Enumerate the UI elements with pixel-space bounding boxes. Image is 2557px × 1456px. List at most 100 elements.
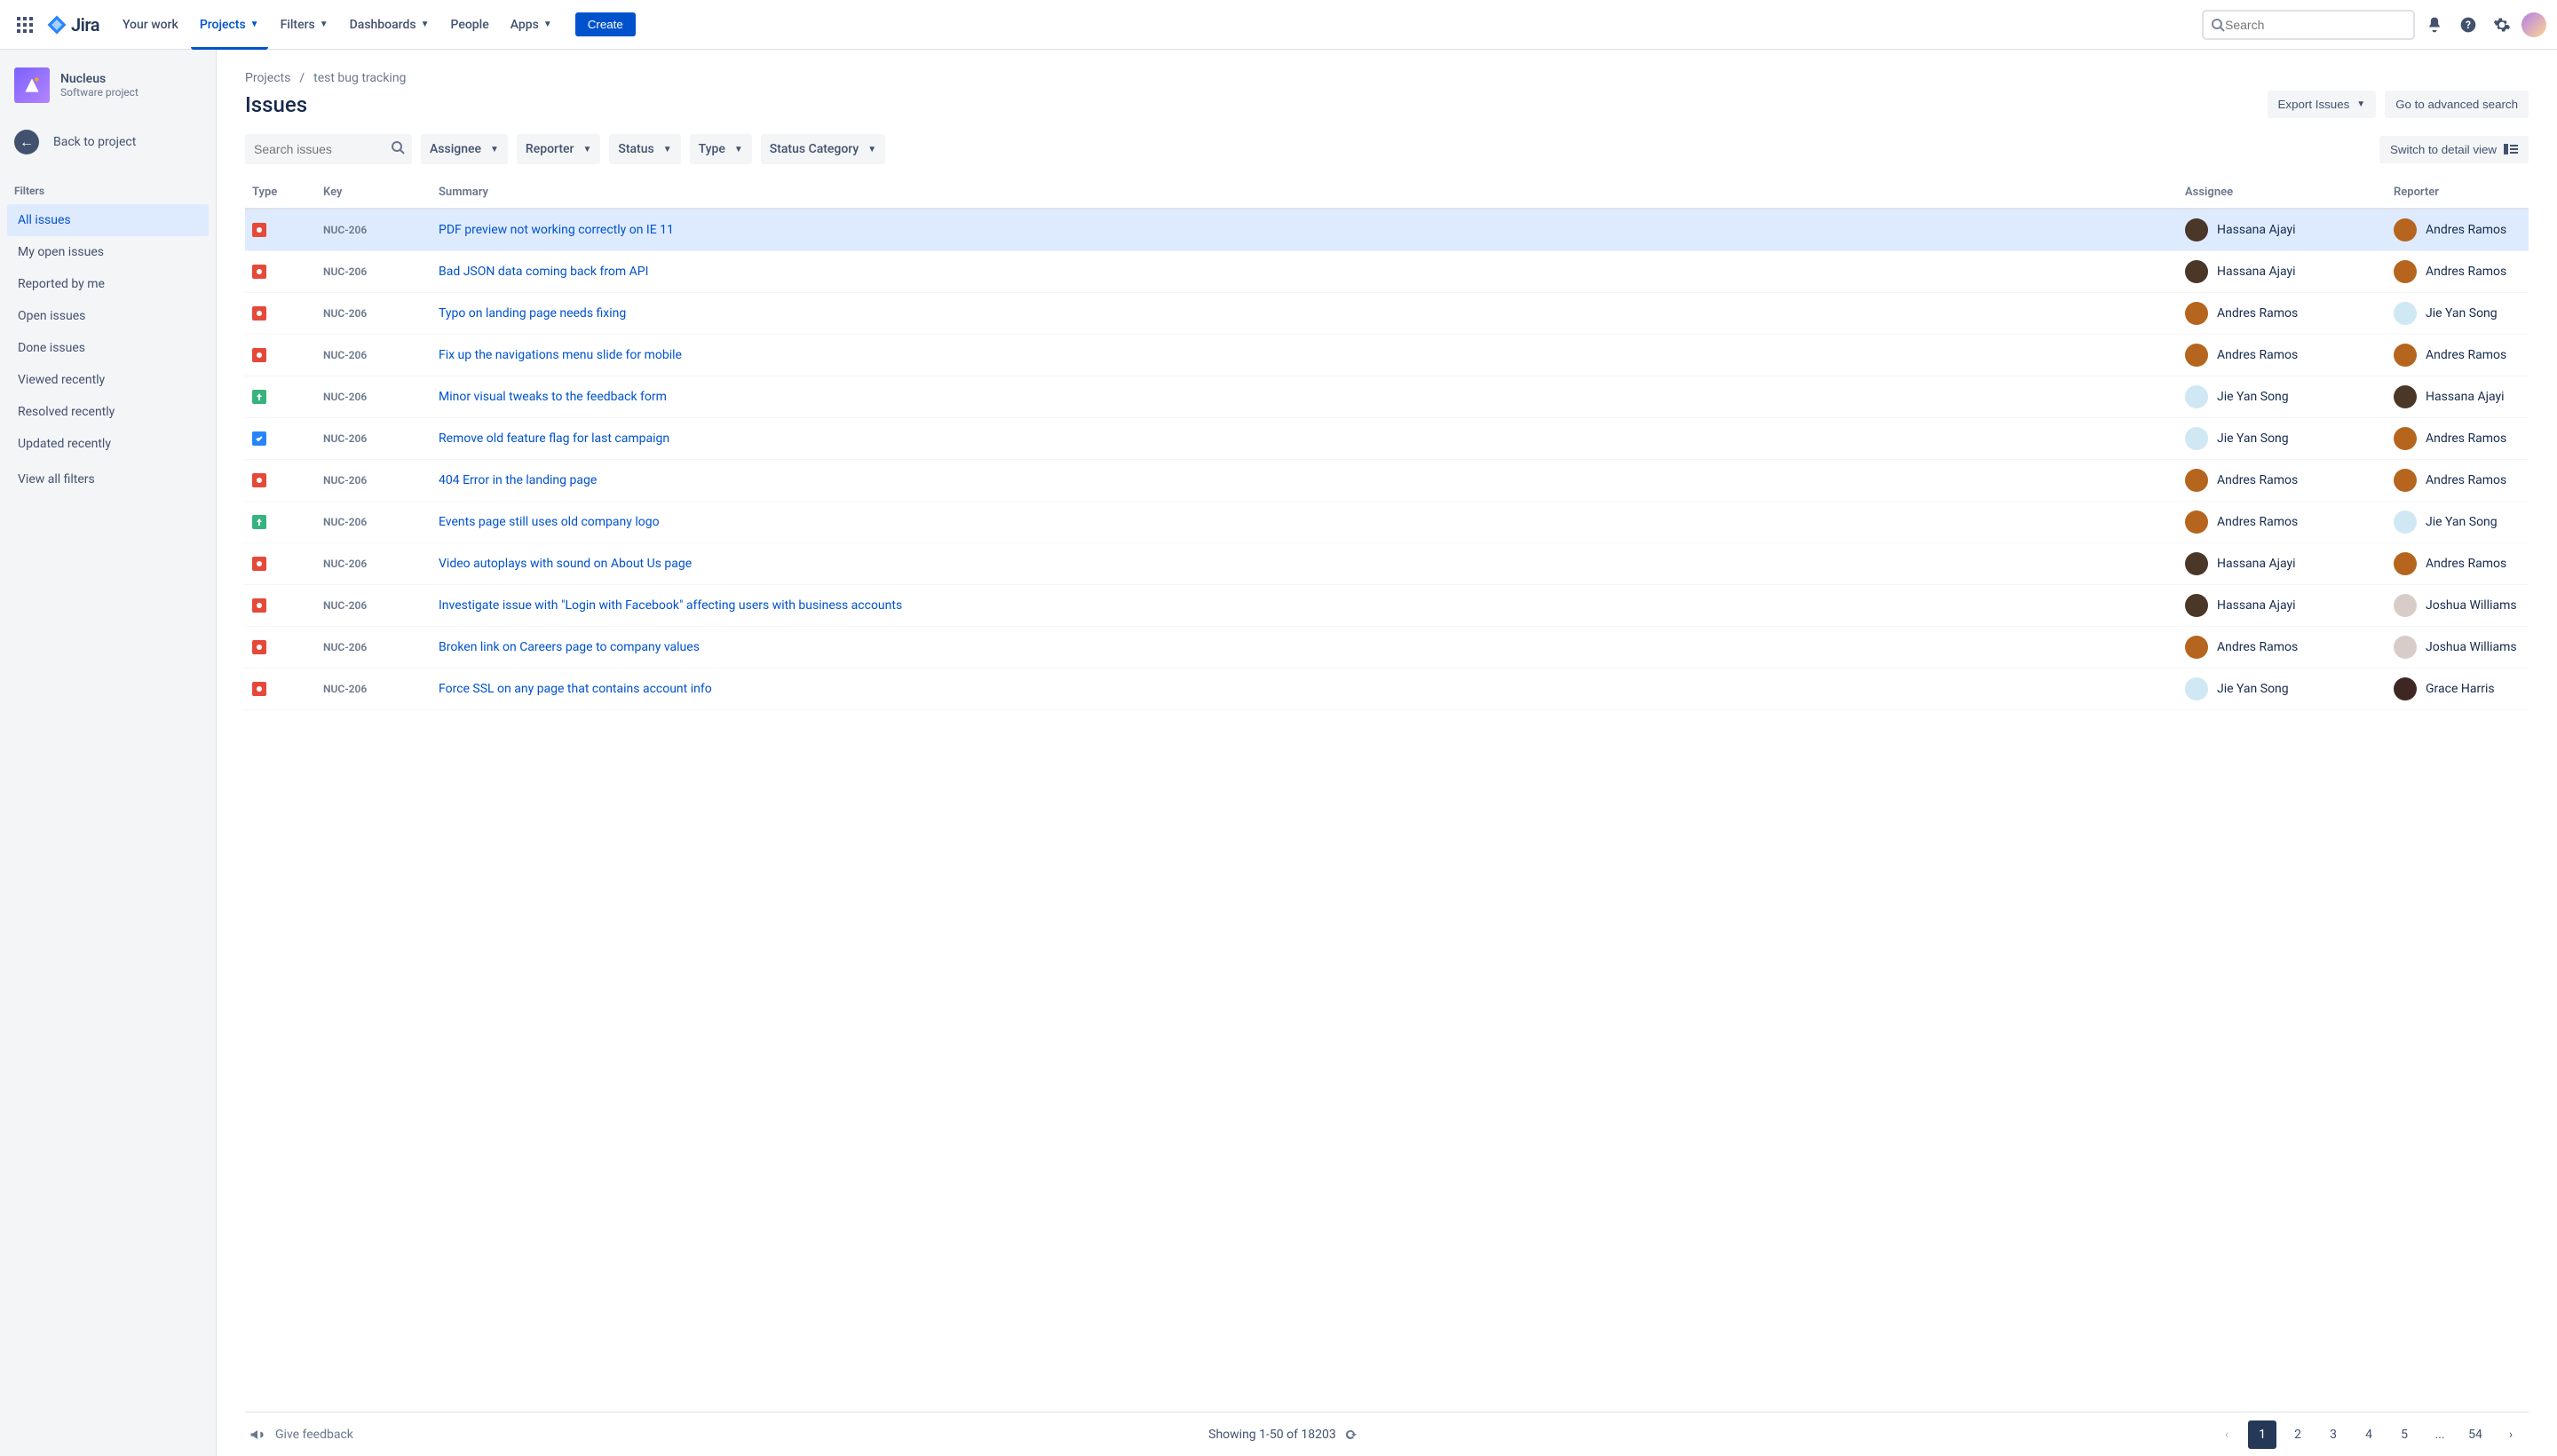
user-cell[interactable]: Andres Ramos	[2185, 469, 2379, 492]
issue-key[interactable]: NUC-206	[316, 418, 431, 460]
table-row[interactable]: NUC-206Remove old feature flag for last …	[245, 418, 2529, 460]
table-row[interactable]: NUC-206Bad JSON data coming back from AP…	[245, 251, 2529, 293]
nav-dashboards[interactable]: Dashboards▼	[341, 0, 439, 50]
table-row[interactable]: NUC-206Fix up the navigations menu slide…	[245, 335, 2529, 376]
filter-updated-recently[interactable]: Updated recently	[7, 428, 209, 460]
user-cell[interactable]: Jie Yan Song	[2185, 677, 2379, 700]
user-cell[interactable]: Andres Ramos	[2394, 469, 2521, 492]
issue-key[interactable]: NUC-206	[316, 543, 431, 585]
help-icon[interactable]: ?	[2454, 11, 2482, 39]
filter-open-issues[interactable]: Open issues	[7, 300, 209, 332]
issue-summary[interactable]: Minor visual tweaks to the feedback form	[431, 376, 2178, 418]
filter-resolved-recently[interactable]: Resolved recently	[7, 396, 209, 428]
page-next[interactable]: ›	[2497, 1420, 2525, 1449]
page-3[interactable]: 3	[2319, 1420, 2347, 1449]
user-cell[interactable]: Andres Ramos	[2394, 260, 2521, 283]
view-all-filters[interactable]: View all filters	[7, 460, 209, 487]
page-2[interactable]: 2	[2284, 1420, 2312, 1449]
nav-apps[interactable]: Apps▼	[502, 0, 561, 50]
breadcrumb-projects[interactable]: Projects	[245, 71, 290, 85]
issue-key[interactable]: NUC-206	[316, 335, 431, 376]
table-row[interactable]: NUC-206Investigate issue with "Login wit…	[245, 585, 2529, 627]
table-row[interactable]: NUC-206Video autoplays with sound on Abo…	[245, 543, 2529, 585]
export-issues-button[interactable]: Export Issues ▼	[2268, 91, 2377, 118]
notifications-icon[interactable]	[2420, 11, 2449, 39]
issue-summary[interactable]: Force SSL on any page that contains acco…	[431, 669, 2178, 710]
user-cell[interactable]: Jie Yan Song	[2394, 302, 2521, 325]
table-row[interactable]: NUC-206Force SSL on any page that contai…	[245, 669, 2529, 710]
give-feedback[interactable]: Give feedback	[249, 1426, 353, 1444]
issue-summary[interactable]: 404 Error in the landing page	[431, 460, 2178, 502]
page-5[interactable]: 5	[2390, 1420, 2418, 1449]
issue-key[interactable]: NUC-206	[316, 502, 431, 543]
jira-logo[interactable]: Jira	[46, 14, 99, 36]
issue-key[interactable]: NUC-206	[316, 627, 431, 669]
user-cell[interactable]: Andres Ramos	[2185, 344, 2379, 367]
issue-summary[interactable]: Video autoplays with sound on About Us p…	[431, 543, 2178, 585]
user-cell[interactable]: Jie Yan Song	[2185, 427, 2379, 450]
global-search[interactable]	[2202, 10, 2415, 40]
filter-chip-reporter[interactable]: Reporter▼	[517, 134, 600, 164]
table-row[interactable]: NUC-206404 Error in the landing page Andr…	[245, 460, 2529, 502]
user-cell[interactable]: Jie Yan Song	[2185, 385, 2379, 408]
filter-chip-status[interactable]: Status▼	[609, 134, 680, 164]
issue-key[interactable]: NUC-206	[316, 376, 431, 418]
issue-summary[interactable]: Remove old feature flag for last campaig…	[431, 418, 2178, 460]
issue-summary[interactable]: Investigate issue with "Login with Faceb…	[431, 585, 2178, 627]
table-row[interactable]: NUC-206PDF preview not working correctly…	[245, 209, 2529, 251]
filter-done-issues[interactable]: Done issues	[7, 332, 209, 364]
table-row[interactable]: NUC-206Typo on landing page needs fixing…	[245, 293, 2529, 335]
user-cell[interactable]: Jie Yan Song	[2394, 510, 2521, 534]
nav-projects[interactable]: Projects▼	[191, 0, 268, 50]
user-cell[interactable]: Hassana Ajayi	[2185, 552, 2379, 575]
issue-summary[interactable]: Fix up the navigations menu slide for mo…	[431, 335, 2178, 376]
table-row[interactable]: NUC-206Minor visual tweaks to the feedba…	[245, 376, 2529, 418]
table-row[interactable]: NUC-206Events page still uses old compan…	[245, 502, 2529, 543]
issue-summary[interactable]: Broken link on Careers page to company v…	[431, 627, 2178, 669]
filter-viewed-recently[interactable]: Viewed recently	[7, 364, 209, 396]
user-cell[interactable]: Grace Harris	[2394, 677, 2521, 700]
user-cell[interactable]: Hassana Ajayi	[2185, 218, 2379, 241]
filter-reported-by-me[interactable]: Reported by me	[7, 268, 209, 300]
issue-key[interactable]: NUC-206	[316, 460, 431, 502]
issue-summary[interactable]: Typo on landing page needs fixing	[431, 293, 2178, 335]
issue-key[interactable]: NUC-206	[316, 209, 431, 251]
user-cell[interactable]: Andres Ramos	[2394, 344, 2521, 367]
page-1[interactable]: 1	[2248, 1420, 2276, 1449]
user-cell[interactable]: Andres Ramos	[2394, 427, 2521, 450]
breadcrumb-current[interactable]: test bug tracking	[313, 71, 406, 85]
create-button[interactable]: Create	[575, 12, 636, 36]
col-reporter[interactable]: Reporter	[2387, 177, 2529, 209]
table-row[interactable]: NUC-206Broken link on Careers page to co…	[245, 627, 2529, 669]
user-cell[interactable]: Andres Ramos	[2185, 636, 2379, 659]
switch-view-button[interactable]: Switch to detail view	[2379, 136, 2529, 163]
issue-summary[interactable]: Bad JSON data coming back from API	[431, 251, 2178, 293]
filter-chip-assignee[interactable]: Assignee▼	[421, 134, 508, 164]
nav-filters[interactable]: Filters▼	[272, 0, 337, 50]
user-cell[interactable]: Hassana Ajayi	[2185, 594, 2379, 617]
user-cell[interactable]: Andres Ramos	[2394, 218, 2521, 241]
page-4[interactable]: 4	[2355, 1420, 2383, 1449]
col-assignee[interactable]: Assignee	[2178, 177, 2387, 209]
user-cell[interactable]: Joshua Williams	[2394, 636, 2521, 659]
filter-my-open-issues[interactable]: My open issues	[7, 236, 209, 268]
user-cell[interactable]: Andres Ramos	[2394, 552, 2521, 575]
refresh-icon[interactable]	[1343, 1428, 1358, 1442]
back-to-project[interactable]: ← Back to project	[7, 121, 209, 163]
issue-key[interactable]: NUC-206	[316, 585, 431, 627]
settings-icon[interactable]	[2488, 11, 2516, 39]
issue-summary[interactable]: PDF preview not working correctly on IE …	[431, 209, 2178, 251]
col-summary[interactable]: Summary	[431, 177, 2178, 209]
profile-avatar[interactable]	[2521, 12, 2546, 37]
nav-people[interactable]: People	[442, 0, 498, 50]
user-cell[interactable]: Joshua Williams	[2394, 594, 2521, 617]
user-cell[interactable]: Andres Ramos	[2185, 510, 2379, 534]
user-cell[interactable]: Hassana Ajayi	[2185, 260, 2379, 283]
issue-key[interactable]: NUC-206	[316, 669, 431, 710]
user-cell[interactable]: Andres Ramos	[2185, 302, 2379, 325]
filter-all-issues[interactable]: All issues	[7, 204, 209, 236]
advanced-search-button[interactable]: Go to advanced search	[2385, 91, 2529, 118]
issue-key[interactable]: NUC-206	[316, 251, 431, 293]
global-search-input[interactable]	[2225, 18, 2406, 32]
col-key[interactable]: Key	[316, 177, 431, 209]
